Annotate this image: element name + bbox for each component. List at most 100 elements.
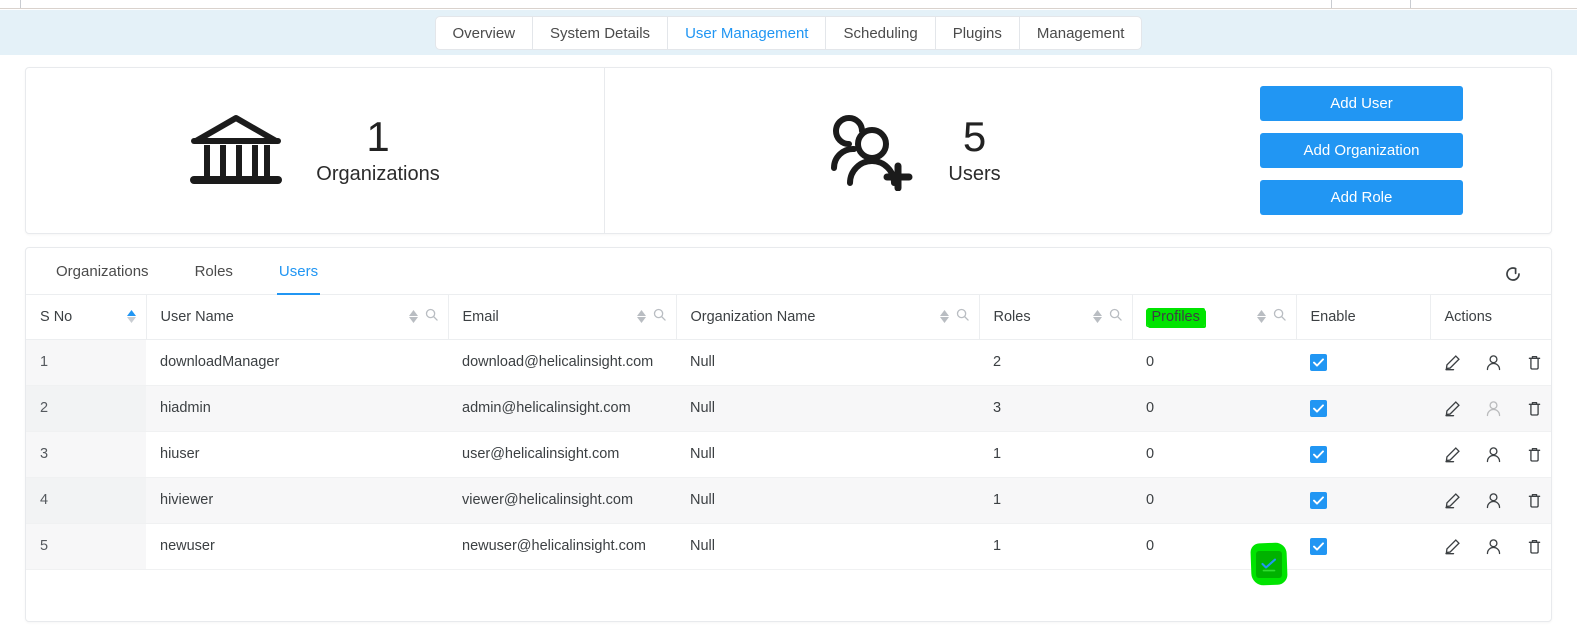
tab-plugins[interactable]: Plugins: [936, 16, 1020, 49]
cell-enable[interactable]: [1296, 385, 1430, 432]
refresh-icon[interactable]: [1500, 261, 1526, 287]
table-row: 2 hiadmin admin@helicalinsight.com Null …: [26, 385, 1551, 432]
user-profile-icon[interactable]: [1485, 538, 1502, 555]
enable-checkbox[interactable]: [1310, 491, 1327, 509]
tab-organizations[interactable]: Organizations: [56, 248, 149, 295]
col-header-label: S No: [40, 308, 73, 325]
cell-sno: 4: [26, 477, 146, 524]
user-profile-icon[interactable]: [1485, 354, 1502, 371]
col-header-sno[interactable]: S No: [26, 295, 146, 340]
tab-label: Users: [278, 262, 319, 280]
cell-actions: [1430, 385, 1551, 432]
table-row: 4 hiviewer viewer@helicalinsight.com Nul…: [26, 477, 1551, 524]
col-header-label: Email: [462, 308, 499, 325]
delete-icon[interactable]: [1526, 354, 1543, 371]
enable-checkbox[interactable]: [1310, 445, 1327, 463]
cell-actions: [1430, 431, 1551, 478]
cell-enable[interactable]: [1296, 339, 1430, 386]
sort-icon-profiles[interactable]: [1256, 310, 1266, 324]
delete-icon[interactable]: [1526, 538, 1543, 555]
cell-sno: 3: [26, 431, 146, 478]
stat-organizations-text: 1 Organizations: [316, 112, 440, 186]
add-role-button[interactable]: Add Role: [1260, 180, 1463, 215]
col-header-email[interactable]: Email: [447, 295, 676, 340]
tab-label: Management: [1036, 25, 1125, 42]
cell-user-name: downloadManager: [146, 339, 448, 386]
add-user-button[interactable]: Add User: [1260, 86, 1463, 121]
enable-checkbox[interactable]: [1310, 353, 1327, 371]
cell-enable[interactable]: [1296, 477, 1430, 524]
stats-card: 1 Organizations 5 Users Add User Add Org…: [25, 67, 1552, 234]
organizations-count: 1: [366, 112, 390, 160]
search-icon-user-name[interactable]: [425, 308, 438, 325]
cell-actions: [1430, 523, 1551, 570]
tab-management[interactable]: Management: [1020, 17, 1142, 49]
table-header-row: S No User Name Email Organization Name R…: [26, 295, 1551, 340]
cell-profiles: 0: [1132, 477, 1296, 524]
user-profile-icon[interactable]: [1485, 446, 1502, 463]
delete-icon[interactable]: [1526, 400, 1543, 417]
entity-tabs: Organizations Roles Users: [26, 248, 1551, 295]
edit-icon[interactable]: [1444, 446, 1461, 463]
search-icon-profiles[interactable]: [1273, 308, 1286, 325]
top-tabbar: Overview System Details User Management …: [0, 10, 1577, 55]
enable-checkbox[interactable]: [1310, 399, 1327, 417]
sort-icon-organization-name[interactable]: [939, 310, 949, 324]
cell-enable[interactable]: [1296, 431, 1430, 478]
user-profile-icon[interactable]: [1485, 492, 1502, 509]
sort-icon-email[interactable]: [636, 310, 646, 324]
col-header-label: Enable: [1310, 308, 1356, 325]
tab-user-management[interactable]: User Management: [668, 16, 827, 49]
cell-email: newuser@helicalinsight.com: [448, 523, 676, 570]
table-row: 3 hiuser user@helicalinsight.com Null 1 …: [26, 431, 1551, 478]
cell-roles: 1: [979, 523, 1132, 570]
cell-profiles: 0: [1132, 339, 1296, 386]
stat-users: 5 Users: [604, 68, 1224, 233]
delete-icon[interactable]: [1526, 492, 1543, 509]
col-header-user-name[interactable]: User Name: [145, 295, 448, 340]
search-icon-organization-name[interactable]: [956, 308, 969, 325]
sort-icon-roles[interactable]: [1092, 310, 1102, 324]
tab-system-details[interactable]: System Details: [533, 16, 669, 49]
col-header-organization-name[interactable]: Organization Name: [675, 295, 979, 340]
col-header-roles[interactable]: Roles: [978, 295, 1132, 340]
user-management-page: Overview System Details User Management …: [0, 0, 1577, 637]
col-header-label: User Name: [160, 308, 234, 325]
tab-users[interactable]: Users: [276, 248, 321, 295]
delete-icon[interactable]: [1526, 446, 1543, 463]
sort-icon-sno[interactable]: [126, 310, 136, 324]
cell-roles: 1: [979, 431, 1132, 478]
cell-email: viewer@helicalinsight.com: [448, 477, 676, 524]
col-header-profiles[interactable]: Profiles: [1131, 295, 1296, 340]
sort-icon-user-name[interactable]: [408, 310, 418, 324]
table-row: 1 downloadManager download@helicalinsigh…: [26, 339, 1551, 386]
tab-overview[interactable]: Overview: [436, 16, 534, 49]
tab-label: Scheduling: [843, 25, 918, 42]
tab-label: Organizations: [56, 262, 149, 280]
tab-label: Plugins: [952, 25, 1002, 42]
col-header-enable: Enable: [1295, 295, 1430, 340]
stat-organizations: 1 Organizations: [26, 68, 604, 233]
col-header-label: Roles: [993, 308, 1031, 325]
col-header-label: Organization Name: [690, 308, 816, 325]
cell-email: download@helicalinsight.com: [448, 339, 676, 386]
search-icon-email[interactable]: [653, 308, 666, 325]
add-organization-button[interactable]: Add Organization: [1260, 133, 1463, 168]
top-tabs: Overview System Details User Management …: [434, 15, 1143, 50]
edit-icon[interactable]: [1444, 538, 1461, 555]
edit-icon[interactable]: [1444, 400, 1461, 417]
organizations-label: Organizations: [316, 163, 440, 186]
search-icon-roles[interactable]: [1109, 308, 1122, 325]
cell-user-name: hiadmin: [146, 385, 448, 432]
tab-roles[interactable]: Roles: [195, 248, 233, 295]
tab-label: Overview: [452, 25, 516, 42]
tab-label: User Management: [685, 25, 809, 42]
bank-icon: [190, 111, 283, 191]
tab-scheduling[interactable]: Scheduling: [826, 16, 936, 49]
enable-checkbox[interactable]: [1310, 537, 1327, 555]
edit-icon[interactable]: [1444, 354, 1461, 371]
edit-icon[interactable]: [1444, 492, 1461, 509]
cell-enable[interactable]: [1296, 523, 1430, 570]
users-label: Users: [948, 163, 1001, 186]
cell-profiles: 0: [1132, 385, 1296, 432]
